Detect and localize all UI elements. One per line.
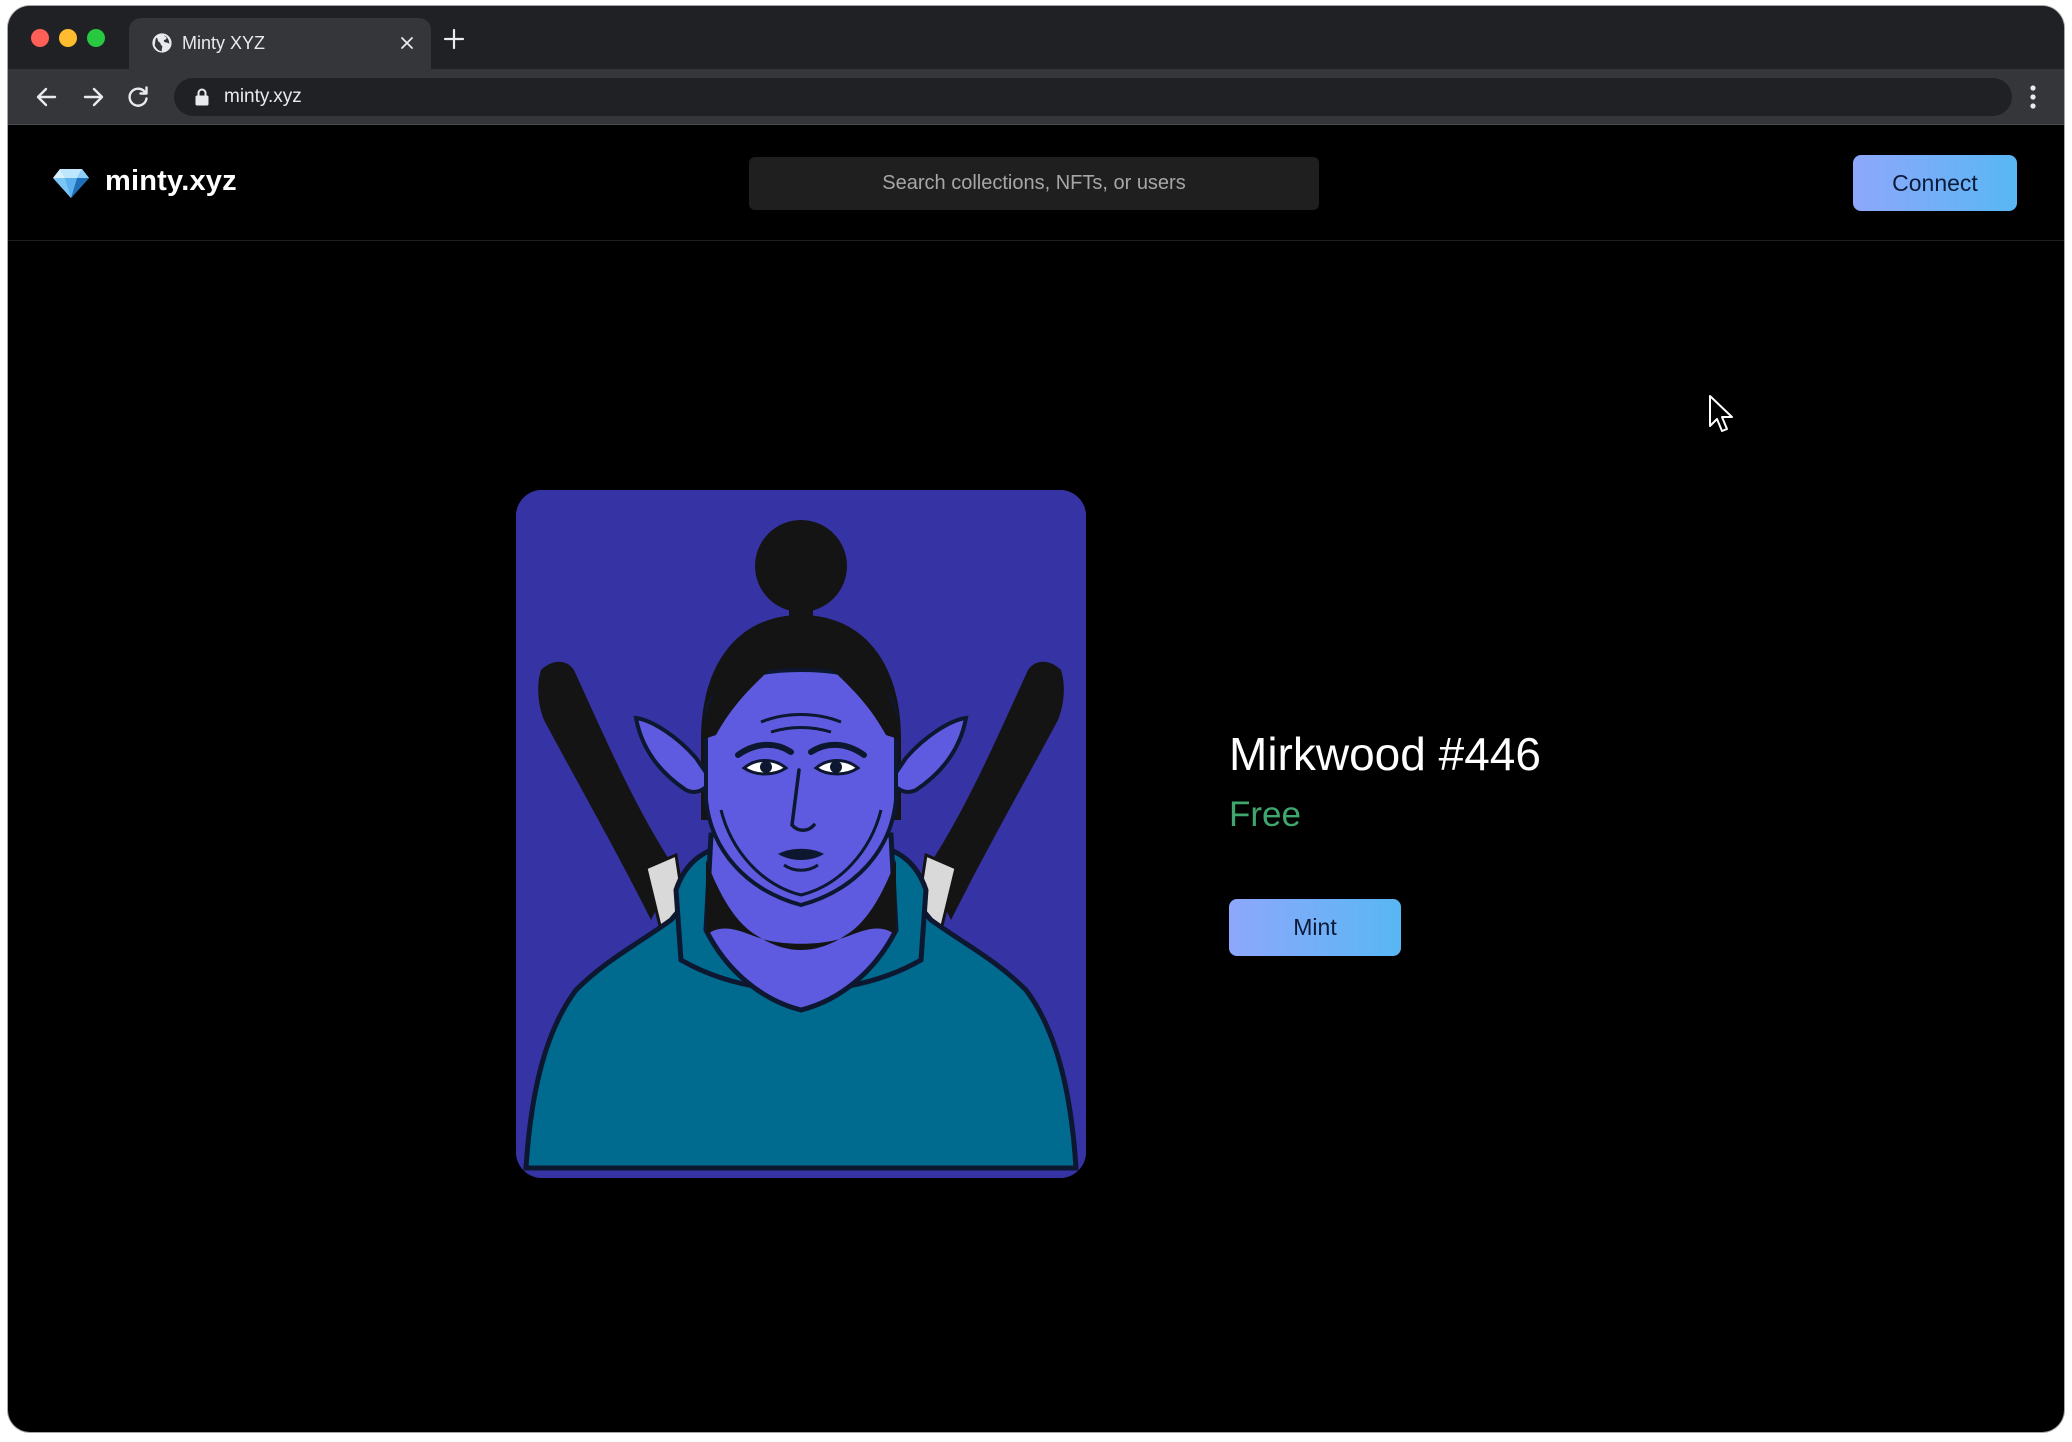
connect-button[interactable]: Connect — [1853, 155, 2017, 211]
plus-icon[interactable] — [441, 26, 467, 52]
nft-image — [516, 490, 1086, 1178]
minimize-window-button[interactable] — [59, 29, 77, 47]
tab-title: Minty XYZ — [182, 33, 266, 53]
kebab-menu-icon[interactable] — [2022, 81, 2044, 113]
close-icon[interactable] — [397, 33, 417, 53]
site-header: minty.xyz Connect — [8, 125, 2064, 241]
tab-strip: Minty XYZ — [8, 6, 2064, 69]
forward-arrow-icon[interactable] — [79, 83, 107, 111]
browser-tab[interactable]: Minty XYZ — [129, 18, 431, 69]
mint-button[interactable]: Mint — [1229, 899, 1401, 956]
reload-icon[interactable] — [124, 83, 152, 111]
elf-character-illustration — [516, 490, 1086, 1178]
nft-title: Mirkwood #446 — [1229, 728, 1541, 780]
close-window-button[interactable] — [31, 29, 49, 47]
url-text: minty.xyz — [224, 86, 302, 107]
mouse-cursor-icon — [1709, 395, 1733, 432]
diamond-icon[interactable] — [52, 167, 90, 199]
browser-window: Minty XYZ minty.xyz minty.xyz Search col… — [8, 6, 2064, 1432]
back-arrow-icon[interactable] — [33, 83, 61, 111]
search-input[interactable] — [749, 157, 1319, 210]
browser-toolbar: minty.xyz — [8, 69, 2064, 125]
address-bar[interactable]: minty.xyz — [174, 78, 2012, 116]
maximize-window-button[interactable] — [87, 29, 105, 47]
nft-price: Free — [1229, 795, 1301, 834]
globe-icon — [152, 33, 172, 53]
lock-icon — [195, 88, 209, 106]
logo-text[interactable]: minty.xyz — [105, 165, 237, 198]
